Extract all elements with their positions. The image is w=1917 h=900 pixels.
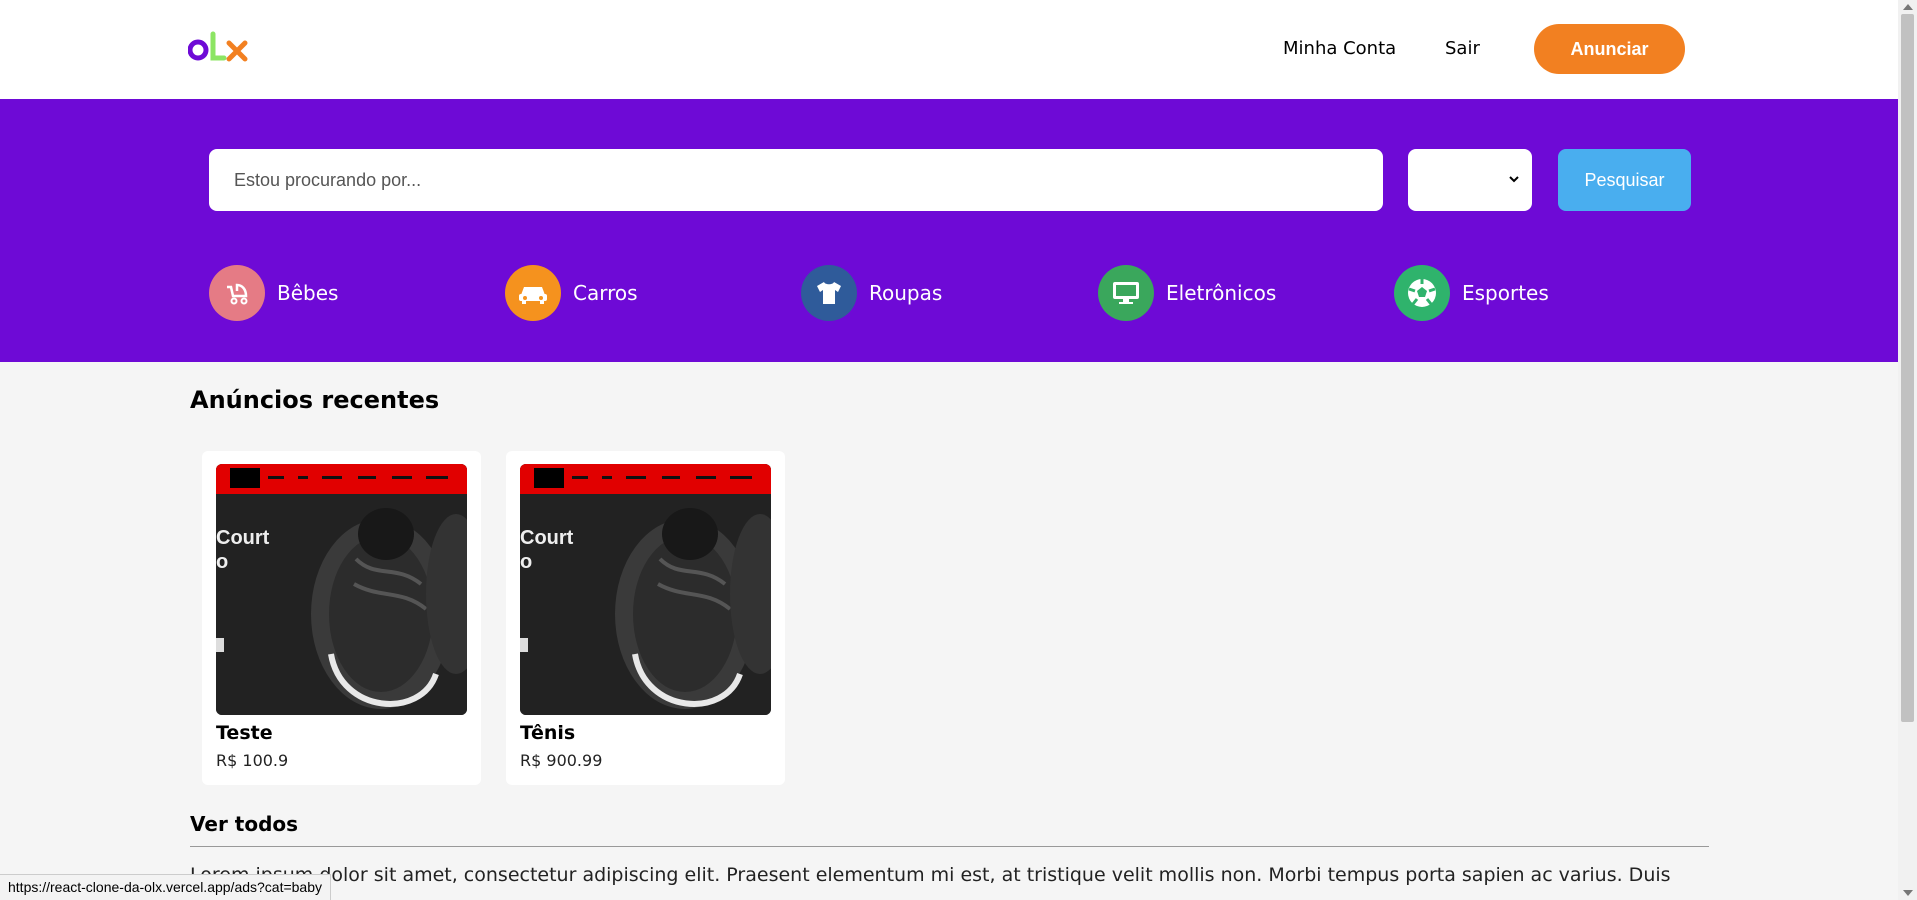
soccer-ball-icon — [1394, 265, 1450, 321]
state-select[interactable] — [1408, 149, 1532, 211]
nav-my-account[interactable]: Minha Conta — [1283, 38, 1396, 59]
see-all-link[interactable]: Ver todos — [190, 812, 298, 836]
divider — [190, 846, 1709, 847]
chevron-down-icon — [1509, 176, 1519, 183]
svg-text:Court: Court — [216, 527, 270, 549]
ad-price: R$ 900.99 — [520, 751, 603, 770]
olx-logo[interactable] — [187, 31, 252, 63]
category-babies[interactable]: Bêbes — [209, 265, 338, 321]
scroll-up-arrow-icon[interactable] — [1903, 4, 1913, 10]
category-sports[interactable]: Esportes — [1394, 265, 1549, 321]
category-cars[interactable]: Carros — [505, 265, 638, 321]
scroll-thumb[interactable] — [1901, 14, 1914, 722]
ad-image: Court o — [216, 464, 467, 715]
baby-stroller-icon — [209, 265, 265, 321]
tshirt-icon — [801, 265, 857, 321]
ad-title: Teste — [216, 722, 273, 744]
header: Minha Conta Sair Anunciar — [0, 0, 1898, 99]
link-status-bar: https://react-clone-da-olx.vercel.app/ad… — [0, 874, 332, 900]
category-clothes[interactable]: Roupas — [801, 265, 942, 321]
footer-text: Lorem ipsum dolor sit amet, consectetur … — [190, 864, 1671, 900]
category-electronics[interactable]: Eletrônicos — [1098, 265, 1276, 321]
ad-card[interactable]: Court o Tênis R$ 900.99 — [506, 451, 785, 785]
search-button[interactable]: Pesquisar — [1558, 149, 1691, 211]
recent-ads-title: Anúncios recentes — [190, 386, 440, 414]
search-input[interactable] — [209, 149, 1383, 211]
category-label: Roupas — [869, 281, 943, 305]
ad-image: Court o — [520, 464, 771, 715]
category-label: Esportes — [1462, 281, 1549, 305]
category-label: Carros — [573, 281, 638, 305]
category-label: Bêbes — [277, 281, 339, 305]
svg-text:o: o — [216, 551, 228, 573]
post-ad-button[interactable]: Anunciar — [1534, 24, 1685, 74]
monitor-icon — [1098, 265, 1154, 321]
car-icon — [505, 265, 561, 321]
scroll-down-arrow-icon[interactable] — [1903, 890, 1913, 896]
vertical-scrollbar[interactable] — [1898, 0, 1917, 900]
svg-text:o: o — [520, 551, 532, 573]
ad-card[interactable]: Court o Teste R$ 100.9 — [202, 451, 481, 785]
ad-price: R$ 100.9 — [216, 751, 289, 770]
svg-text:Court: Court — [520, 527, 574, 549]
ad-title: Tênis — [520, 722, 576, 744]
search-band: Pesquisar Bêbes Carros Roupas Eletrônico… — [0, 99, 1898, 362]
nav-logout[interactable]: Sair — [1445, 38, 1480, 59]
category-label: Eletrônicos — [1166, 281, 1277, 305]
